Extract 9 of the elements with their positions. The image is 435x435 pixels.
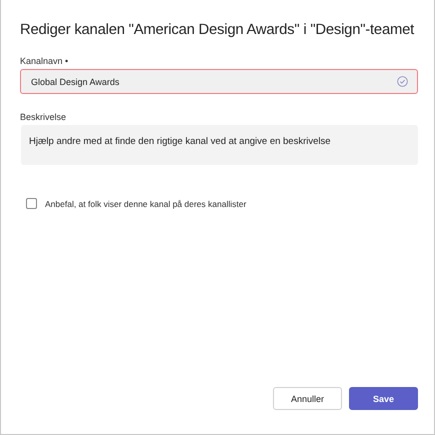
channel-name-field[interactable]: Global Design Awards xyxy=(20,69,418,94)
dialog-title: Rediger kanalen "American Design Awards" i "Design"-teamet xyxy=(20,22,416,38)
cancel-button[interactable]: Annuller xyxy=(273,387,342,410)
save-button[interactable]: Save xyxy=(349,387,418,410)
description-field[interactable]: Hjælp andre med at finde den rigtige kanal ved at angive en beskrivelse xyxy=(21,125,418,165)
checkbox[interactable] xyxy=(26,198,37,209)
checkbox-label: Anbefal, at folk viser denne kanal på deres kanallister xyxy=(45,198,246,208)
field-label: Beskrivelse xyxy=(20,112,68,122)
field-label: Kanalnavn • xyxy=(20,56,70,66)
